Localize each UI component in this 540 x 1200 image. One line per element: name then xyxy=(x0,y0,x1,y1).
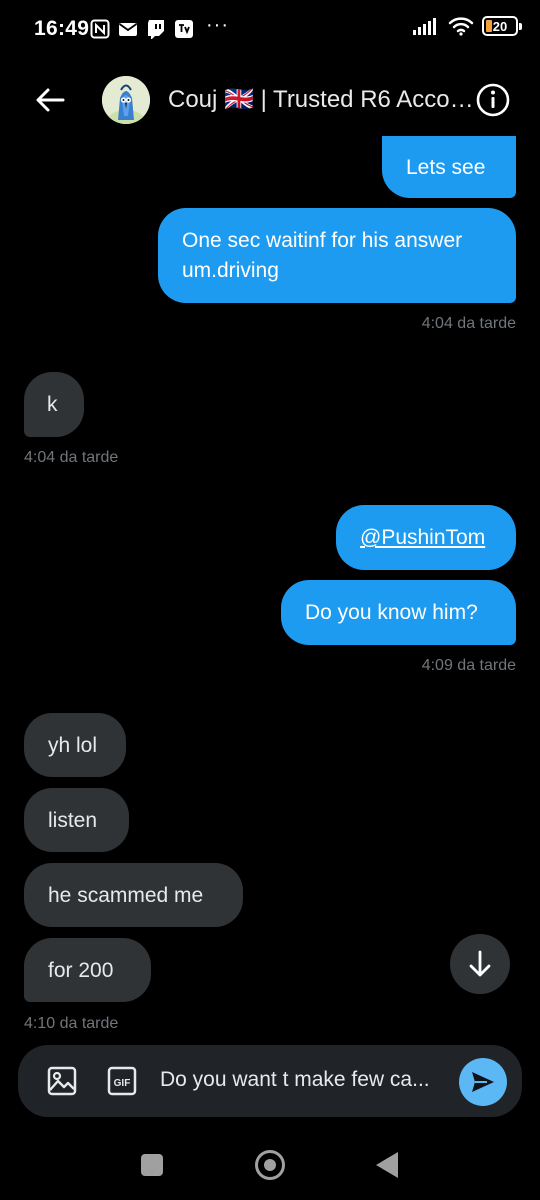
message-timestamp: 4:04 da tarde xyxy=(24,449,119,466)
system-status-icons: 20 xyxy=(412,16,522,36)
more-notifications-indicator: ··· xyxy=(206,14,229,36)
status-bar: 16:49 ··· 20 xyxy=(0,0,540,60)
message-bubble-sent[interactable]: Do you know him? xyxy=(281,580,516,645)
avatar-image xyxy=(102,76,150,124)
twitch-icon xyxy=(148,20,164,39)
gif-label: GIF xyxy=(114,1078,131,1089)
message-composer: GIF xyxy=(18,1045,522,1117)
dm-conversation-screen: 16:49 ··· 20 Couj 🇬🇧 | Trusted R6 Accou … xyxy=(0,0,540,1200)
message-bubble-received[interactable]: listen xyxy=(24,788,129,852)
message-timestamp: 4:10 da tarde xyxy=(24,1015,119,1032)
conversation-title[interactable]: Couj 🇬🇧 | Trusted R6 Account Seller xyxy=(168,85,474,114)
message-bubble-received[interactable]: for 200 xyxy=(24,938,151,1002)
notification-icons xyxy=(90,18,194,40)
image-icon[interactable] xyxy=(46,1065,78,1097)
mention-link[interactable]: @PushinTom xyxy=(360,523,485,552)
message-text: for 200 xyxy=(48,958,114,982)
message-input[interactable] xyxy=(160,1064,450,1096)
send-button[interactable] xyxy=(459,1058,507,1106)
system-navigation-bar xyxy=(0,1130,540,1200)
battery-icon: 20 xyxy=(482,16,522,36)
message-text: Do you know him? xyxy=(305,601,478,624)
arrow-left-icon xyxy=(36,88,65,112)
scroll-to-bottom-button[interactable] xyxy=(450,934,510,994)
system-back-icon[interactable] xyxy=(376,1152,398,1178)
tv-app-icon xyxy=(175,20,193,38)
battery-tip xyxy=(519,23,522,30)
gif-icon[interactable]: GIF xyxy=(106,1065,138,1097)
info-icon xyxy=(476,83,510,117)
signal-icon xyxy=(413,18,436,35)
message-timestamp: 4:04 da tarde xyxy=(421,315,516,332)
send-icon xyxy=(472,1072,494,1092)
message-text: One sec waitinf for his answer um.drivin… xyxy=(182,228,463,282)
conversation-header: Couj 🇬🇧 | Trusted R6 Account Seller xyxy=(0,70,540,132)
status-time: 16:49 xyxy=(34,17,90,40)
message-bubble-received[interactable]: yh lol xyxy=(24,713,126,777)
message-timestamp: 4:09 da tarde xyxy=(421,657,516,674)
nfc-icon xyxy=(90,19,110,39)
home-icon[interactable] xyxy=(255,1150,285,1180)
message-bubble-received[interactable]: k xyxy=(24,372,84,437)
message-bubble-sent[interactable]: One sec waitinf for his answer um.drivin… xyxy=(158,208,516,303)
message-bubble-sent[interactable]: Lets see xyxy=(382,136,516,198)
conversation-info-button[interactable] xyxy=(475,82,511,118)
message-text: Lets see xyxy=(406,155,486,179)
avatar[interactable] xyxy=(102,76,150,124)
message-bubble-sent[interactable]: @PushinTom xyxy=(336,505,516,570)
wifi-icon xyxy=(448,17,474,36)
message-text: yh lol xyxy=(48,733,98,757)
back-button[interactable] xyxy=(30,82,70,118)
battery-fill xyxy=(486,20,492,32)
message-bubble-received[interactable]: he scammed me xyxy=(24,863,243,927)
message-text: listen xyxy=(48,808,98,832)
message-text: k xyxy=(47,393,58,416)
message-text: he scammed me xyxy=(48,883,204,907)
arrow-down-icon xyxy=(469,950,491,977)
battery-level: 20 xyxy=(492,18,508,34)
mail-icon xyxy=(118,23,138,36)
recents-icon[interactable] xyxy=(141,1154,163,1176)
